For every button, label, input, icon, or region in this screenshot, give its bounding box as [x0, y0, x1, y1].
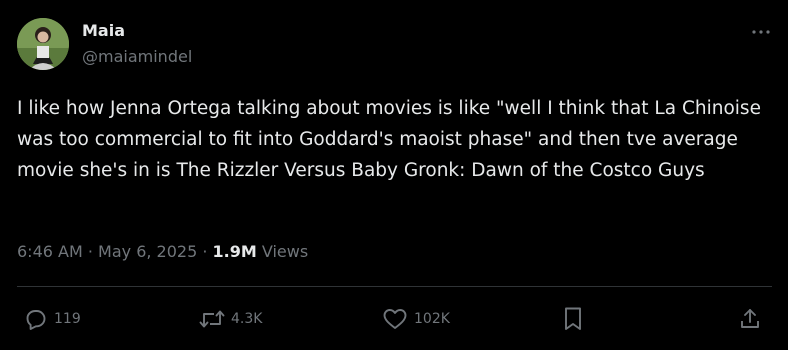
more-horizontal-icon [752, 30, 770, 34]
meta-separator: · [82, 242, 99, 261]
repost-count: 4.3K [231, 311, 263, 327]
tweet-date[interactable]: May 6, 2025 [98, 242, 197, 261]
divider [17, 286, 772, 287]
tweet-card: Maia @maiamindel I like how Jenna Ortega… [0, 0, 788, 350]
heart-icon [383, 309, 407, 329]
repost-button[interactable]: 4.3K [199, 306, 262, 332]
tweet-text: I like how Jenna Ortega talking about mo… [17, 98, 761, 181]
more-options-button[interactable] [748, 22, 774, 42]
avatar[interactable] [17, 18, 69, 70]
reply-count: 119 [54, 311, 81, 327]
reply-bubble-icon [26, 310, 46, 330]
tweet-time[interactable]: 6:46 AM [17, 242, 83, 261]
share-button[interactable] [738, 306, 762, 332]
repost-arrows-icon [199, 310, 225, 328]
bookmark-button[interactable] [562, 306, 584, 332]
meta-separator: · [197, 242, 213, 261]
like-button[interactable]: 102K [382, 306, 450, 332]
views-count[interactable]: 1.9M [213, 242, 257, 261]
tweet-meta: 6:46 AM · May 6, 2025 · 1.9M Views [17, 240, 308, 264]
author-name[interactable]: Maia [82, 21, 125, 41]
views-label: Views [256, 242, 309, 261]
bookmark-icon [565, 307, 581, 330]
like-count: 102K [414, 311, 450, 327]
author-handle[interactable]: @maiamindel [82, 47, 192, 67]
reply-button[interactable]: 119 [24, 306, 81, 332]
share-upload-icon [741, 309, 759, 328]
